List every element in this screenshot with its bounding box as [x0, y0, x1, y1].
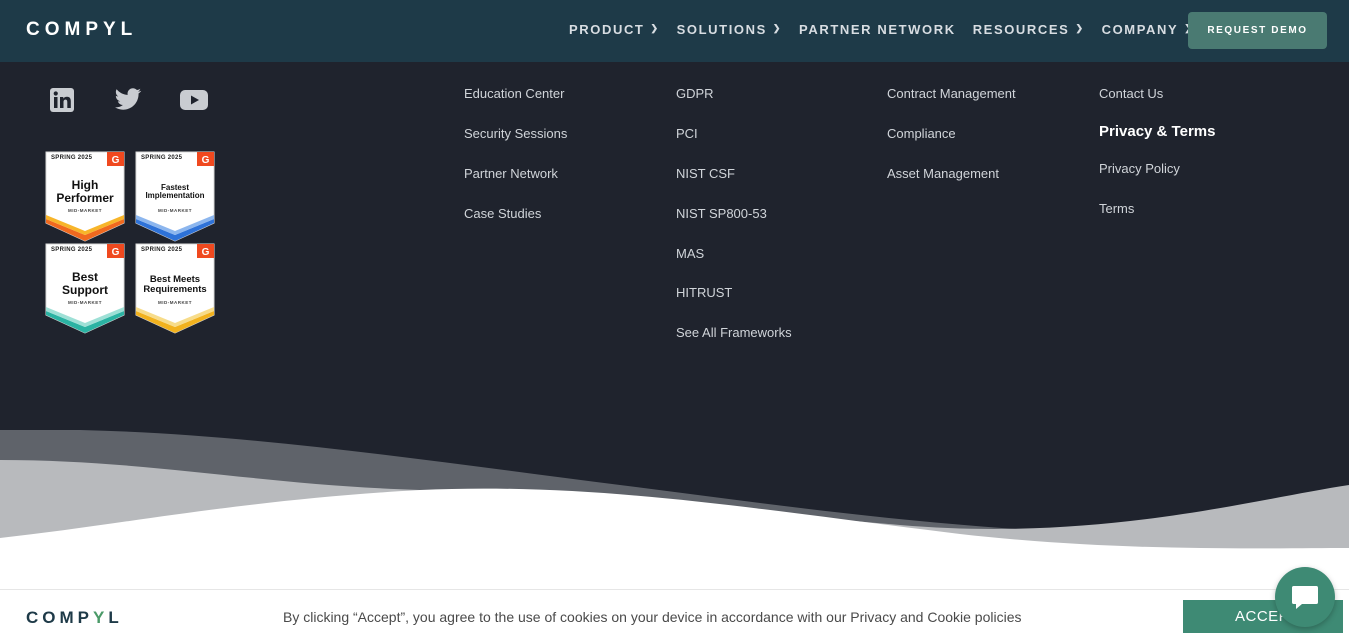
footer-column-resources: Education Center Security Sessions Partn… — [464, 86, 567, 246]
badge-title-line: Support — [62, 282, 108, 297]
footer-link-partner-network[interactable]: Partner Network — [464, 166, 567, 206]
privacy-terms-heading: Privacy & Terms — [1099, 123, 1216, 140]
request-demo-button[interactable]: REQUEST DEMO — [1188, 12, 1327, 49]
footer-link-nist-sp800-53[interactable]: NIST SP800-53 — [676, 206, 792, 246]
badge-title-line: Requirements — [143, 283, 207, 295]
nav-partner-network-label: PARTNER NETWORK — [799, 22, 956, 37]
linkedin-icon[interactable] — [48, 86, 76, 114]
footer-link-hitrust[interactable]: HITRUST — [676, 285, 792, 325]
badge-title-line: Performer — [56, 190, 114, 205]
cookie-consent-text: By clicking “Accept”, you agree to the u… — [283, 609, 1022, 625]
chat-bubble-icon — [1292, 586, 1318, 609]
logo-text: COMP — [26, 608, 93, 627]
main-nav: PRODUCT ❯ SOLUTIONS ❯ PARTNER NETWORK RE… — [569, 22, 1193, 37]
footer-wave-divider — [0, 430, 1349, 590]
badge-title: Fastest Implementation — [135, 183, 215, 201]
footer-link-contact-us[interactable]: Contact Us — [1099, 86, 1215, 123]
footer-link-see-all-frameworks[interactable]: See All Frameworks — [676, 325, 792, 365]
badge-title: Best Support — [45, 271, 125, 296]
nav-solutions[interactable]: SOLUTIONS ❯ — [677, 22, 782, 37]
badge-segment: MID-MARKET — [68, 300, 102, 305]
nav-solutions-label: SOLUTIONS — [676, 22, 767, 37]
badge-title: Best Meets Requirements — [135, 275, 215, 295]
nav-partner-network[interactable]: PARTNER NETWORK — [799, 22, 956, 37]
footer-link-security-sessions[interactable]: Security Sessions — [464, 126, 567, 166]
badge-season: SPRING 2025 — [51, 155, 93, 161]
footer-link-nist-csf[interactable]: NIST CSF — [676, 166, 792, 206]
badge-segment: MID-MARKET — [68, 208, 102, 213]
nav-product[interactable]: PRODUCT ❯ — [569, 22, 660, 37]
svg-text:G: G — [112, 155, 120, 166]
svg-text:G: G — [202, 155, 210, 166]
footer-link-terms[interactable]: Terms — [1099, 201, 1215, 241]
cookie-bar-logo: COMPYL — [26, 608, 123, 628]
nav-company-label: COMPANY — [1101, 22, 1179, 37]
footer-link-privacy-policy[interactable]: Privacy Policy — [1099, 161, 1215, 201]
compyl-logo[interactable]: COMPYL — [26, 19, 137, 41]
footer-link-pci[interactable]: PCI — [676, 126, 792, 166]
logo-accent-letter: Y — [93, 608, 109, 627]
chevron-down-icon: ❯ — [1075, 23, 1085, 33]
footer-link-case-studies[interactable]: Case Studies — [464, 206, 567, 246]
nav-company[interactable]: COMPANY ❯ — [1102, 22, 1194, 37]
badge-season: SPRING 2025 — [51, 247, 93, 253]
badge-title: High Performer — [45, 179, 125, 204]
cookie-consent-bar: COMPYL By clicking “Accept”, you agree t… — [0, 589, 1349, 641]
youtube-icon[interactable] — [180, 86, 208, 114]
badge-title-line: Implementation — [145, 191, 205, 201]
twitter-icon[interactable] — [114, 86, 142, 114]
footer-column-company: Contact Us Privacy & Terms Privacy Polic… — [1099, 86, 1215, 241]
badge-segment: MID-MARKET — [158, 300, 192, 305]
nav-resources-label: RESOURCES — [972, 22, 1070, 37]
svg-text:G: G — [202, 247, 210, 258]
g2-badge-fastest-implementation: G SPRING 2025 Fastest Implementation MID… — [135, 151, 215, 243]
logo-text: L — [108, 608, 123, 627]
badge-segment: MID-MARKET — [158, 208, 192, 213]
footer-link-asset-management[interactable]: Asset Management — [887, 166, 1016, 206]
top-navigation-bar: COMPYL PRODUCT ❯ SOLUTIONS ❯ PARTNER NET… — [0, 0, 1349, 62]
badge-season: SPRING 2025 — [141, 247, 183, 253]
svg-text:G: G — [112, 247, 120, 258]
footer-link-gdpr[interactable]: GDPR — [676, 86, 792, 126]
g2-badge-best-support: G SPRING 2025 Best Support MID-MARKET — [45, 243, 125, 335]
g2-badge-high-performer: G SPRING 2025 High Performer MID-MARKET — [45, 151, 125, 243]
chat-launcher-button[interactable] — [1275, 567, 1335, 627]
footer-link-mas[interactable]: MAS — [676, 246, 792, 285]
footer-link-compliance[interactable]: Compliance — [887, 126, 1016, 166]
footer-column-solutions: Contract Management Compliance Asset Man… — [887, 86, 1016, 206]
footer-link-contract-management[interactable]: Contract Management — [887, 86, 1016, 126]
g2-badge-best-meets-requirements: G SPRING 2025 Best Meets Requirements MI… — [135, 243, 215, 335]
footer-link-education-center[interactable]: Education Center — [464, 86, 567, 126]
badge-title-line: High — [71, 178, 99, 192]
nav-product-label: PRODUCT — [569, 22, 645, 37]
nav-resources[interactable]: RESOURCES ❯ — [973, 22, 1085, 37]
chevron-down-icon: ❯ — [772, 23, 783, 33]
chevron-down-icon: ❯ — [650, 23, 660, 33]
badge-season: SPRING 2025 — [141, 155, 183, 161]
badge-title-line: Best — [71, 270, 98, 284]
social-links — [48, 86, 208, 114]
footer-column-frameworks: GDPR PCI NIST CSF NIST SP800-53 MAS HITR… — [676, 86, 792, 365]
